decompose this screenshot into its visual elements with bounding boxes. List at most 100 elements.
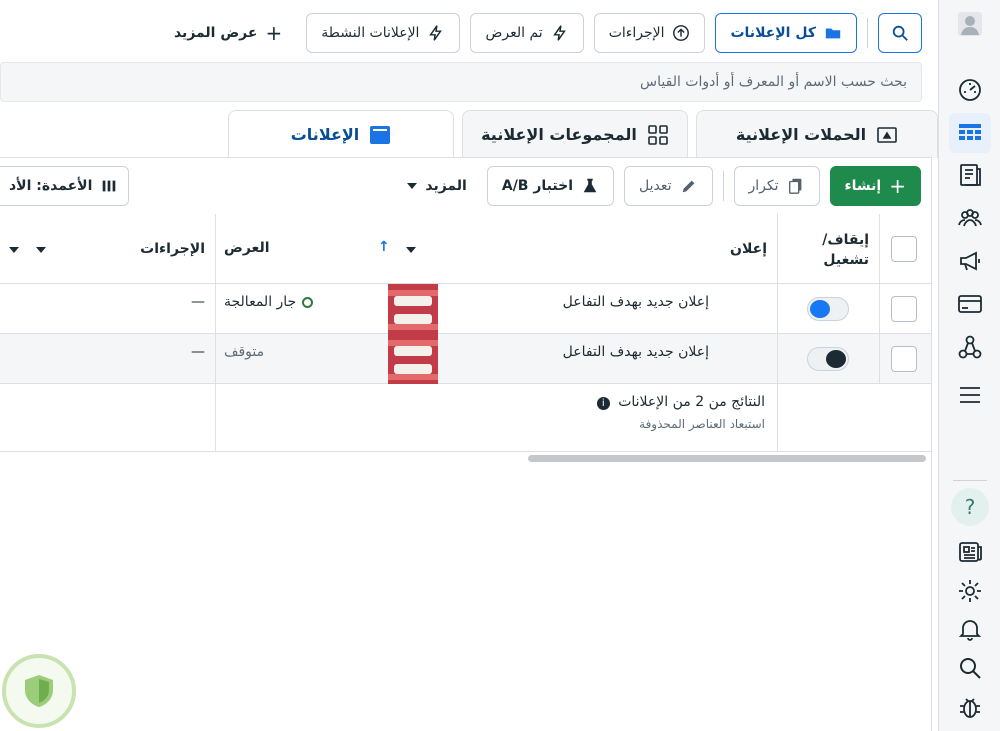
horizontal-scrollbar[interactable] (528, 455, 926, 462)
toggle-knob (810, 300, 830, 318)
thumbnail-teeth (394, 346, 432, 356)
summary-actions-cell (0, 384, 215, 451)
delivery-toggle[interactable] (807, 347, 849, 371)
tab-campaigns-label: الحملات الإعلانية (735, 125, 867, 144)
thumbnail-teeth (394, 296, 432, 306)
show-more-label: عرض المزيد (173, 25, 258, 41)
shield-leaf-icon (25, 675, 53, 707)
columns-icon (103, 180, 116, 192)
ad-thumbnail (388, 334, 438, 384)
delivered-filter-button[interactable]: تم العرض (470, 13, 584, 53)
ads-panel: + إنشاء تكرار تعديل اختبار A/B المزيد ال… (0, 157, 932, 731)
header-toggle-label: إيقاف/ تشغيل (822, 232, 869, 268)
ads-manager-table-icon[interactable] (949, 113, 991, 153)
table-row[interactable]: إعلان جديد بهدف التفاعل متوقف — (0, 334, 931, 384)
duplicate-button[interactable]: تكرار (733, 166, 820, 206)
duplicate-icon (788, 178, 801, 194)
chevron-down-icon[interactable] (9, 247, 19, 253)
notifications-bell-icon[interactable] (949, 609, 991, 649)
delivered-filter-label: تم العرض (485, 25, 543, 41)
search-input[interactable]: بحث حسب الاسم أو المعرف أو أدوات القياس (0, 62, 922, 102)
level-tabs: الحملات الإعلانية المجموعات الإعلانية ال… (220, 110, 938, 158)
summary-title: النتائج من 2 من الإعلانات i (596, 394, 765, 410)
events-manager-icon[interactable] (949, 327, 991, 367)
create-label: إنشاء (844, 178, 882, 194)
search-icon[interactable] (949, 648, 991, 688)
sort-ascending-icon: ↑ (378, 239, 390, 255)
menu-icon[interactable] (949, 375, 991, 415)
create-button[interactable]: + إنشاء (829, 166, 921, 206)
ad-name-link[interactable]: إعلان جديد بهدف التفاعل (563, 294, 709, 310)
delivery-status: جار المعالجة (224, 294, 314, 310)
news-icon[interactable] (949, 532, 991, 572)
chevron-down-icon (407, 183, 418, 189)
ab-test-button[interactable]: اختبار A/B (486, 166, 614, 206)
summary-spacer (879, 384, 931, 451)
ad-thumbnail (388, 284, 438, 334)
chevron-down-icon[interactable] (406, 247, 416, 253)
row-checkbox[interactable] (891, 346, 917, 372)
summary-subtitle: استبعاد العناصر المحذوفة (639, 417, 765, 431)
help-icon[interactable]: ? (951, 488, 989, 526)
more-dropdown[interactable]: المزيد (397, 178, 477, 194)
folder-icon (877, 126, 897, 143)
select-all-checkbox[interactable] (891, 236, 917, 262)
folder-icon (825, 28, 841, 39)
row-ad-cell: إعلان جديد بهدف التفاعل جار المعالجة (215, 284, 777, 334)
tab-ad-sets-label: المجموعات الإعلانية (481, 125, 637, 144)
tab-ads[interactable]: الإعلانات (228, 110, 454, 158)
header-ad-cell[interactable]: إعلان ↑ العرض (36, 214, 777, 283)
grid-icon (648, 124, 668, 145)
more-label: المزيد (425, 178, 467, 194)
row-select-cell (879, 284, 931, 333)
table-row[interactable]: إعلان جديد بهدف التفاعل جار المعالجة — (0, 284, 931, 334)
dashboard-icon[interactable] (949, 70, 991, 110)
status-circle-icon (302, 296, 314, 308)
header-toggle-cell: إيقاف/ تشغيل (777, 214, 879, 283)
pencil-icon (682, 180, 694, 193)
columns-label: الأعمدة: الأد (9, 178, 93, 194)
results-summary-row: النتائج من 2 من الإعلانات i استبعاد العن… (0, 384, 931, 452)
active-ads-filter-button[interactable]: الإعلانات النشطة (306, 13, 461, 53)
watermark-logo (2, 654, 76, 728)
summary-spacer (777, 384, 879, 451)
thumbnail-teeth (394, 314, 432, 324)
audiences-icon[interactable] (949, 198, 991, 238)
search-placeholder: بحث حسب الاسم أو المعرف أو أدوات القياس (640, 74, 907, 90)
megaphone-icon[interactable] (949, 241, 991, 281)
edit-label: تعديل (639, 178, 672, 194)
reports-icon[interactable] (949, 155, 991, 195)
thumbnail-lip (388, 324, 438, 330)
search-toggle-button[interactable] (878, 13, 922, 53)
header-ad-label: إعلان (730, 241, 767, 257)
delivery-toggle[interactable] (807, 297, 849, 321)
ad-name-link[interactable]: إعلان جديد بهدف التفاعل (563, 344, 709, 360)
tab-campaigns[interactable]: الحملات الإعلانية (696, 110, 938, 158)
main-content: كل الإعلانات الإجراءات تم العرض الإعلانا… (0, 0, 938, 731)
billing-card-icon[interactable] (949, 284, 991, 324)
ab-test-label: اختبار A/B (501, 178, 573, 194)
row-select-cell (879, 334, 931, 383)
plus-icon: + (265, 21, 283, 45)
show-more-button[interactable]: + عرض المزيد (160, 13, 296, 53)
actions-filter-button[interactable]: الإجراءات (593, 13, 706, 53)
settings-gear-icon[interactable] (949, 571, 991, 611)
profile-icon[interactable] (949, 4, 991, 44)
header-actions-cell[interactable]: الإجراءات (0, 214, 215, 283)
thumbnail-lip (388, 374, 438, 380)
tab-ad-sets[interactable]: المجموعات الإعلانية (462, 110, 688, 158)
lightning-icon (552, 25, 566, 41)
info-icon[interactable]: i (596, 397, 610, 410)
row-actions-value: — (191, 294, 205, 310)
summary-title-text: النتائج من 2 من الإعلانات (618, 394, 765, 410)
delivery-status-text: جار المعالجة (224, 294, 297, 310)
edit-button[interactable]: تعديل (624, 166, 713, 206)
row-toggle-cell (777, 284, 879, 333)
row-checkbox[interactable] (891, 296, 917, 322)
columns-button[interactable]: الأعمدة: الأد (0, 166, 130, 206)
bug-report-icon[interactable] (949, 687, 991, 727)
duplicate-label: تكرار (748, 178, 779, 194)
header-actions-label: الإجراءات (140, 241, 205, 257)
right-rail: ? (938, 0, 1000, 731)
all-ads-button[interactable]: كل الإعلانات (715, 13, 857, 53)
